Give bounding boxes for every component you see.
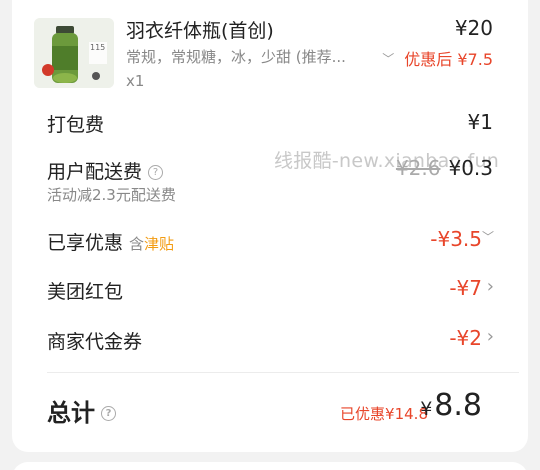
chevron-down-icon: ﹀ bbox=[382, 51, 395, 66]
enjoyed-discount-label-wrap: 已享优惠 含津贴 bbox=[47, 228, 174, 255]
order-summary-card: 115 羽衣纤体瓶(首创) 常规，常规糖，冰，少甜 (推荐... x1 ¥20 … bbox=[12, 0, 528, 452]
svg-text:115: 115 bbox=[90, 43, 105, 52]
product-thumbnail[interactable]: 115 bbox=[34, 18, 114, 88]
product-discount-toggle[interactable]: ﹀ 优惠后 ¥7.5 bbox=[382, 46, 493, 70]
delivery-fee-value: ¥0.3 bbox=[448, 156, 493, 180]
chevron-right-icon[interactable]: › bbox=[487, 276, 494, 297]
product-discount-price: 优惠后 ¥7.5 bbox=[404, 50, 493, 69]
merchant-voucher-value[interactable]: -¥2 bbox=[449, 326, 482, 350]
total-saved: 已优惠¥14.8 bbox=[340, 405, 428, 423]
drink-bottle-image: 115 bbox=[34, 18, 114, 88]
delivery-fee-original: ¥2.6 bbox=[395, 156, 441, 180]
next-card bbox=[12, 462, 528, 470]
total-amount: ¥8.8 bbox=[420, 388, 482, 423]
enjoyed-discount-value[interactable]: -¥3.5 bbox=[430, 227, 482, 251]
product-spec: 常规，常规糖，冰，少甜 (推荐... bbox=[126, 48, 346, 66]
delivery-fee-label-wrap: 用户配送费? bbox=[47, 157, 164, 184]
included-prefix: 含 bbox=[129, 235, 145, 253]
red-packet-value[interactable]: -¥7 bbox=[449, 276, 482, 300]
allowance-tag: 津贴 bbox=[144, 235, 175, 253]
chevron-down-icon[interactable]: ﹀ bbox=[482, 228, 494, 245]
packing-fee-label: 打包费 bbox=[47, 114, 105, 136]
total-value: 8.8 bbox=[434, 388, 482, 423]
currency-symbol: ¥ bbox=[420, 398, 433, 420]
red-packet-label: 美团红包 bbox=[47, 281, 124, 303]
total-label: 总计 bbox=[47, 399, 95, 427]
product-name: 羽衣纤体瓶(首创) bbox=[126, 20, 274, 42]
help-icon[interactable]: ? bbox=[148, 165, 164, 180]
divider bbox=[47, 372, 519, 373]
merchant-voucher-label: 商家代金券 bbox=[47, 331, 143, 353]
product-price: ¥20 bbox=[454, 16, 493, 40]
delivery-fee-label: 用户配送费 bbox=[47, 161, 143, 183]
chevron-right-icon[interactable]: › bbox=[487, 326, 494, 347]
packing-fee-value: ¥1 bbox=[467, 110, 493, 134]
enjoyed-discount-label: 已享优惠 bbox=[47, 232, 124, 254]
delivery-fee-values: ¥2.6 ¥0.3 bbox=[396, 156, 493, 180]
help-icon[interactable]: ? bbox=[101, 406, 116, 421]
total-label-wrap: 总计? bbox=[47, 393, 116, 428]
delivery-fee-note: 活动减2.3元配送费 bbox=[47, 186, 176, 204]
product-quantity: x1 bbox=[126, 72, 145, 90]
